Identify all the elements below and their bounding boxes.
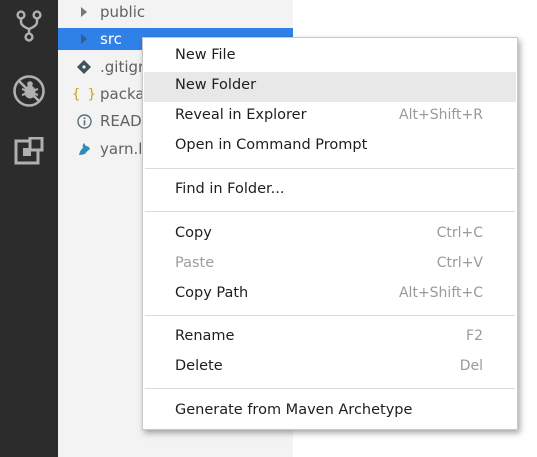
- menu-item-label: Rename: [175, 328, 235, 344]
- menu-item-label: Copy Path: [175, 285, 249, 301]
- menu-item-open-in-command-prompt[interactable]: Open in Command Prompt: [144, 132, 516, 162]
- debug-icon[interactable]: [5, 71, 53, 111]
- chevron-right-icon: [76, 28, 92, 50]
- menu-item-find-in-folder[interactable]: Find in Folder...: [144, 176, 516, 206]
- info-icon: [76, 110, 92, 132]
- tree-item-label: .gitigr: [100, 58, 145, 76]
- menu-separator: [145, 388, 515, 389]
- activity-bar: [0, 0, 58, 457]
- tree-item-label: src: [100, 30, 122, 48]
- menu-item-label: Generate from Maven Archetype: [175, 402, 413, 418]
- menu-item-label: Find in Folder...: [175, 181, 285, 197]
- menu-item-shortcut: Alt+Shift+C: [398, 285, 483, 301]
- menu-item-reveal-in-explorer[interactable]: Reveal in Explorer Alt+Shift+R: [144, 102, 516, 132]
- menu-item-label: Delete: [175, 358, 223, 374]
- menu-item-shortcut: Del: [459, 358, 483, 374]
- menu-item-delete[interactable]: Delete Del: [144, 353, 516, 383]
- context-menu: New File New Folder Reveal in Explorer A…: [142, 37, 518, 430]
- menu-separator: [145, 168, 515, 169]
- menu-item-label: New File: [175, 47, 236, 63]
- menu-item-shortcut: Alt+Shift+R: [399, 107, 483, 123]
- tree-item-label: packa: [100, 85, 145, 103]
- json-braces-icon: { }: [72, 86, 96, 102]
- menu-item-shortcut: F2: [466, 328, 483, 344]
- source-control-icon[interactable]: [5, 6, 53, 46]
- extensions-icon[interactable]: [5, 132, 53, 172]
- menu-item-label: Copy: [175, 225, 212, 241]
- tree-item-label: READ: [100, 112, 142, 130]
- menu-item-copy-path[interactable]: Copy Path Alt+Shift+C: [144, 280, 516, 310]
- menu-item-label: Reveal in Explorer: [175, 107, 307, 123]
- menu-item-new-file[interactable]: New File: [144, 42, 516, 72]
- menu-item-copy[interactable]: Copy Ctrl+C: [144, 220, 516, 250]
- menu-item-shortcut: Ctrl+C: [436, 225, 483, 241]
- menu-item-label: New Folder: [175, 77, 257, 93]
- menu-separator: [145, 211, 515, 212]
- tree-item-label: public: [100, 3, 146, 21]
- yarn-icon: [76, 138, 92, 160]
- menu-item-shortcut: Ctrl+V: [436, 255, 483, 271]
- menu-item-label: Open in Command Prompt: [175, 137, 368, 153]
- chevron-right-icon: [76, 1, 92, 23]
- tree-item-public[interactable]: public: [58, 1, 293, 23]
- menu-separator: [145, 315, 515, 316]
- menu-item-paste[interactable]: Paste Ctrl+V: [144, 250, 516, 280]
- menu-item-new-folder[interactable]: New Folder: [144, 72, 516, 102]
- menu-item-label: Paste: [175, 255, 215, 271]
- menu-item-generate-from-maven-archetype[interactable]: Generate from Maven Archetype: [144, 397, 516, 427]
- menu-item-rename[interactable]: Rename F2: [144, 323, 516, 353]
- git-file-icon: [76, 56, 92, 78]
